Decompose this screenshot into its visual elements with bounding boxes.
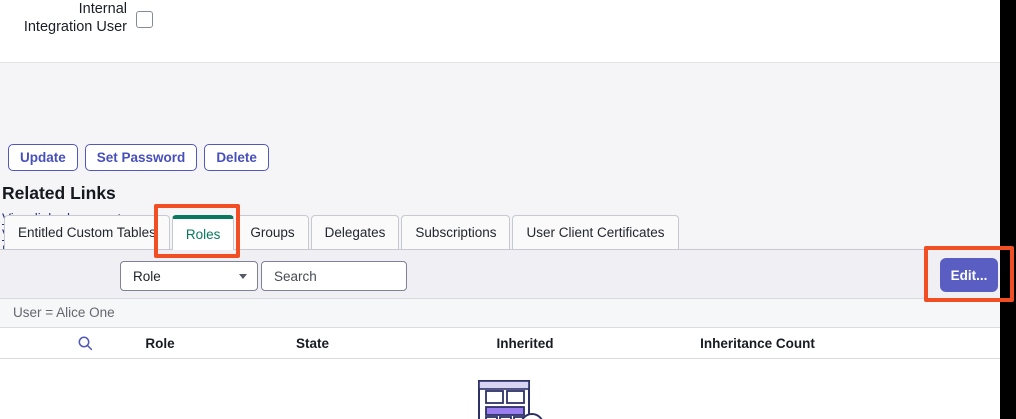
field-label-line-2: Integration User: [0, 18, 127, 36]
column-header-inheritance-count[interactable]: Inheritance Count: [625, 336, 890, 351]
field-label-line-1: Internal: [0, 0, 127, 18]
form-action-buttons: Update Set Password Delete: [8, 144, 269, 171]
list-toolbar: Role Edit...: [0, 250, 1000, 299]
search-column-select[interactable]: Role: [120, 261, 258, 291]
internal-integration-user-label: Internal Integration User: [0, 0, 127, 36]
tab-entitled-custom-tables[interactable]: Entitled Custom Tables: [4, 215, 170, 249]
column-header-state[interactable]: State: [200, 336, 425, 351]
internal-integration-user-checkbox[interactable]: [136, 11, 153, 28]
tab-roles[interactable]: Roles: [172, 215, 235, 250]
right-edge-black-bar: [1000, 0, 1016, 419]
list-condition-breadcrumb[interactable]: User = Alice One: [0, 299, 1000, 328]
screen: Internal Integration User Update Set Pas…: [0, 0, 1016, 419]
empty-list-illustration: [462, 378, 562, 419]
update-button[interactable]: Update: [8, 144, 78, 171]
list-search-input[interactable]: [261, 261, 407, 291]
edit-button[interactable]: Edit...: [940, 258, 998, 292]
column-header-inherited[interactable]: Inherited: [425, 336, 625, 351]
delete-button[interactable]: Delete: [204, 144, 269, 171]
search-icon[interactable]: [77, 335, 94, 352]
tab-user-client-certificates[interactable]: User Client Certificates: [512, 215, 678, 249]
related-links-heading: Related Links: [2, 183, 116, 204]
related-lists-tab-strip: Entitled Custom Tables Roles Groups Dele…: [4, 215, 681, 250]
set-password-button[interactable]: Set Password: [85, 144, 198, 171]
column-search-icon-cell: [0, 335, 120, 352]
tab-delegates[interactable]: Delegates: [311, 215, 400, 249]
tab-groups[interactable]: Groups: [236, 215, 308, 249]
column-header-role[interactable]: Role: [120, 336, 200, 351]
list-header-row: Role State Inherited Inheritance Count: [0, 328, 1000, 359]
chevron-down-icon: [239, 274, 247, 279]
tab-subscriptions[interactable]: Subscriptions: [401, 215, 510, 249]
search-column-selected-value: Role: [133, 269, 239, 284]
